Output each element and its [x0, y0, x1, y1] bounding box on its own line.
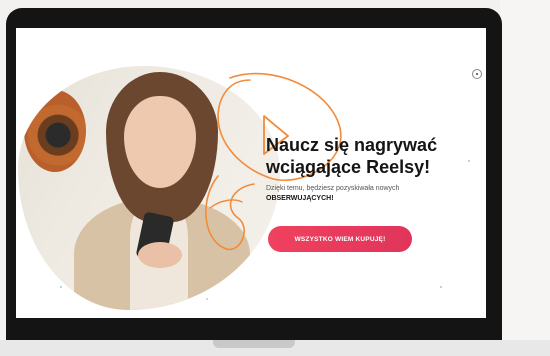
subtext-line: Dzięki temu, będziesz pozyskiwała nowych	[266, 185, 400, 192]
woman-hand	[138, 242, 182, 268]
decor-spark	[468, 160, 470, 162]
subtext-emphasis: OBSERWUJĄCYCH!	[266, 195, 334, 202]
page-side-background	[500, 0, 550, 340]
orange-lamp-decoration	[24, 90, 86, 172]
hero-subtext: Dzięki temu, będziesz pozyskiwała nowych…	[266, 184, 486, 204]
decor-spark	[206, 298, 208, 300]
headline-line-1: Naucz się nagrywać	[266, 135, 438, 155]
radio-dot-icon[interactable]	[472, 69, 482, 79]
headline-line-2: wciągające Reelsy!	[266, 157, 431, 177]
hero-headline: Naucz się nagrywać wciągające Reelsy!	[266, 134, 486, 178]
laptop-base-notch	[213, 340, 295, 348]
buy-now-button[interactable]: WSZYSTKO WIEM KUPUJĘ!	[268, 226, 412, 252]
decor-spark	[60, 286, 62, 288]
decor-spark	[440, 286, 442, 288]
laptop-screen: Naucz się nagrywać wciągające Reelsy! Dz…	[16, 28, 486, 318]
